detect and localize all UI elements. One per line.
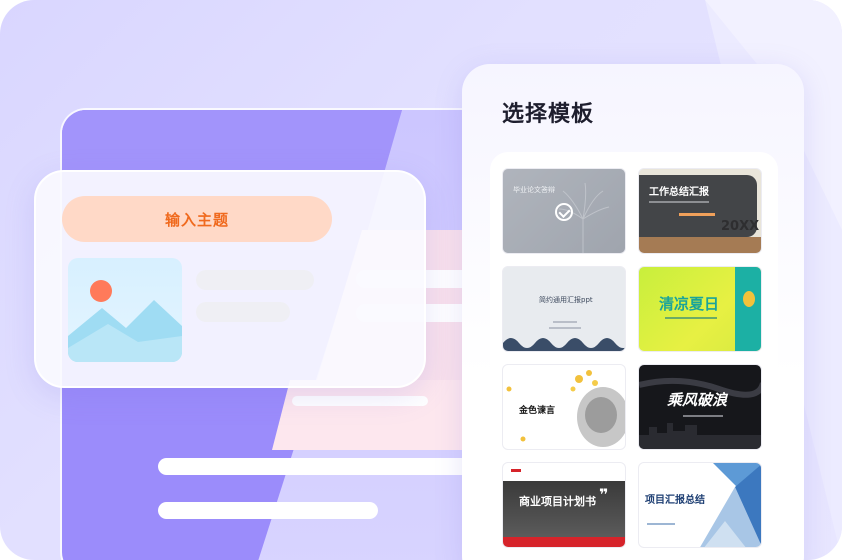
template-card-project-report[interactable]: 项目汇报总结 bbox=[638, 462, 762, 548]
template-card-golden-advice[interactable]: 金色谏言 bbox=[502, 364, 626, 450]
template-label: 清凉夏日 bbox=[659, 295, 720, 313]
hero-illustration: 输入主题 选择模板 毕业论文答辩 工作总结汇报 20XX 简约通用汇报ppt 清… bbox=[0, 0, 842, 560]
template-label: 金色谏言 bbox=[519, 406, 556, 416]
template-card-ride-the-wind[interactable]: 乘风破浪 bbox=[638, 364, 762, 450]
sun-icon bbox=[90, 280, 112, 302]
selected-check-icon bbox=[555, 203, 573, 221]
input-topic-card: 输入主题 bbox=[34, 170, 426, 388]
panel-title: 选择模板 bbox=[502, 102, 595, 127]
template-label: 乘风破浪 bbox=[667, 391, 728, 409]
template-grid: 毕业论文答辩 工作总结汇报 20XX 简约通用汇报ppt 清凉夏日 金色谏言 乘… bbox=[490, 152, 778, 560]
template-label: 商业项目计划书 bbox=[519, 495, 596, 508]
template-label: 项目汇报总结 bbox=[645, 495, 705, 506]
image-placeholder bbox=[68, 258, 182, 362]
input-topic-button[interactable]: 输入主题 bbox=[62, 196, 332, 242]
template-label: 工作总结汇报 bbox=[649, 187, 709, 198]
template-card-work-summary[interactable]: 工作总结汇报 20XX bbox=[638, 168, 762, 254]
template-label: 简约通用汇报ppt bbox=[539, 296, 593, 304]
lemon-icon bbox=[743, 291, 755, 307]
template-subtitle: 20XX bbox=[721, 219, 760, 234]
placeholder-line bbox=[158, 502, 378, 519]
template-card-simple-report[interactable]: 简约通用汇报ppt bbox=[502, 266, 626, 352]
placeholder-line bbox=[196, 270, 314, 290]
wave-pattern bbox=[503, 338, 625, 351]
template-card-cool-summer[interactable]: 清凉夏日 bbox=[638, 266, 762, 352]
template-label: 毕业论文答辩 bbox=[513, 186, 555, 194]
template-panel: 选择模板 毕业论文答辩 工作总结汇报 20XX 简约通用汇报ppt 清凉夏日 金… bbox=[462, 64, 804, 560]
mountain-image-icon bbox=[68, 300, 182, 362]
placeholder-line bbox=[292, 396, 428, 406]
template-card-business-plan[interactable]: 商业项目计划书 ❞ bbox=[502, 462, 626, 548]
quote-icon: ❞ bbox=[599, 485, 609, 504]
template-card-graduation[interactable]: 毕业论文答辩 bbox=[502, 168, 626, 254]
placeholder-line bbox=[196, 302, 290, 322]
